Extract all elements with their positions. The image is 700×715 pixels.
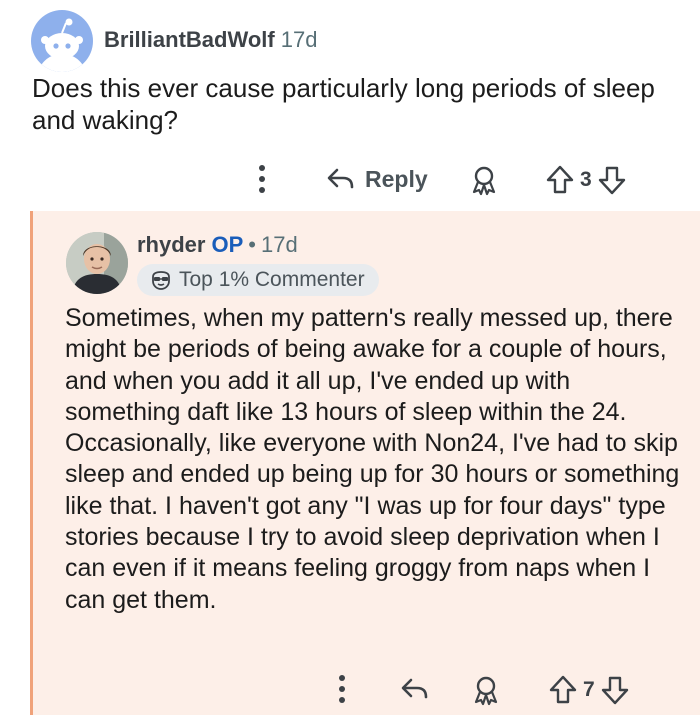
downvote-arrow-icon[interactable] (599, 674, 631, 706)
reply-arrow-icon (327, 168, 354, 189)
vote-controls: 7 (547, 674, 631, 706)
reply-body: Sometimes, when my pattern's really mess… (65, 304, 680, 614)
user-photo-avatar (66, 232, 128, 294)
upvote-arrow-icon[interactable] (544, 164, 576, 196)
reply-comment: rhyder OP • 17d Top 1% Commenter Sometimes,… (30, 211, 700, 715)
reply-button[interactable] (399, 673, 431, 705)
award-icon (472, 166, 496, 196)
avatar[interactable] (31, 10, 93, 72)
award-button[interactable] (468, 164, 500, 196)
comment-meta: BrilliantBadWolf 17d (104, 26, 317, 54)
vote-count: 7 (583, 678, 595, 701)
meta-separator: • (248, 232, 256, 257)
user-flair: Top 1% Commenter (137, 264, 379, 296)
comment-age: 17d (280, 27, 318, 52)
more-options-button[interactable] (330, 672, 354, 706)
reply-button[interactable]: Reply (325, 163, 428, 195)
reply-label: Reply (365, 165, 428, 192)
commenter-badge-icon (152, 271, 170, 290)
vertical-ellipsis-icon (259, 165, 265, 193)
vote-count: 3 (580, 168, 592, 191)
award-button[interactable] (470, 674, 502, 706)
op-badge: OP (211, 232, 244, 257)
snoo-avatar-icon (38, 18, 86, 72)
upvote-arrow-icon[interactable] (547, 674, 579, 706)
reply-age: 17d (260, 232, 298, 257)
reply-meta: rhyder OP • 17d (137, 231, 298, 259)
reply-arrow-icon (401, 678, 428, 699)
flair-label: Top 1% Commenter (179, 268, 365, 291)
award-icon (474, 676, 498, 706)
vertical-ellipsis-icon (339, 675, 345, 703)
username[interactable]: rhyder (137, 232, 205, 257)
more-options-button[interactable] (250, 162, 274, 196)
avatar[interactable] (66, 232, 128, 294)
downvote-arrow-icon[interactable] (596, 164, 628, 196)
username[interactable]: BrilliantBadWolf (104, 27, 275, 52)
comment-body: Does this ever cause particularly long p… (32, 73, 655, 135)
vote-controls: 3 (544, 164, 628, 196)
